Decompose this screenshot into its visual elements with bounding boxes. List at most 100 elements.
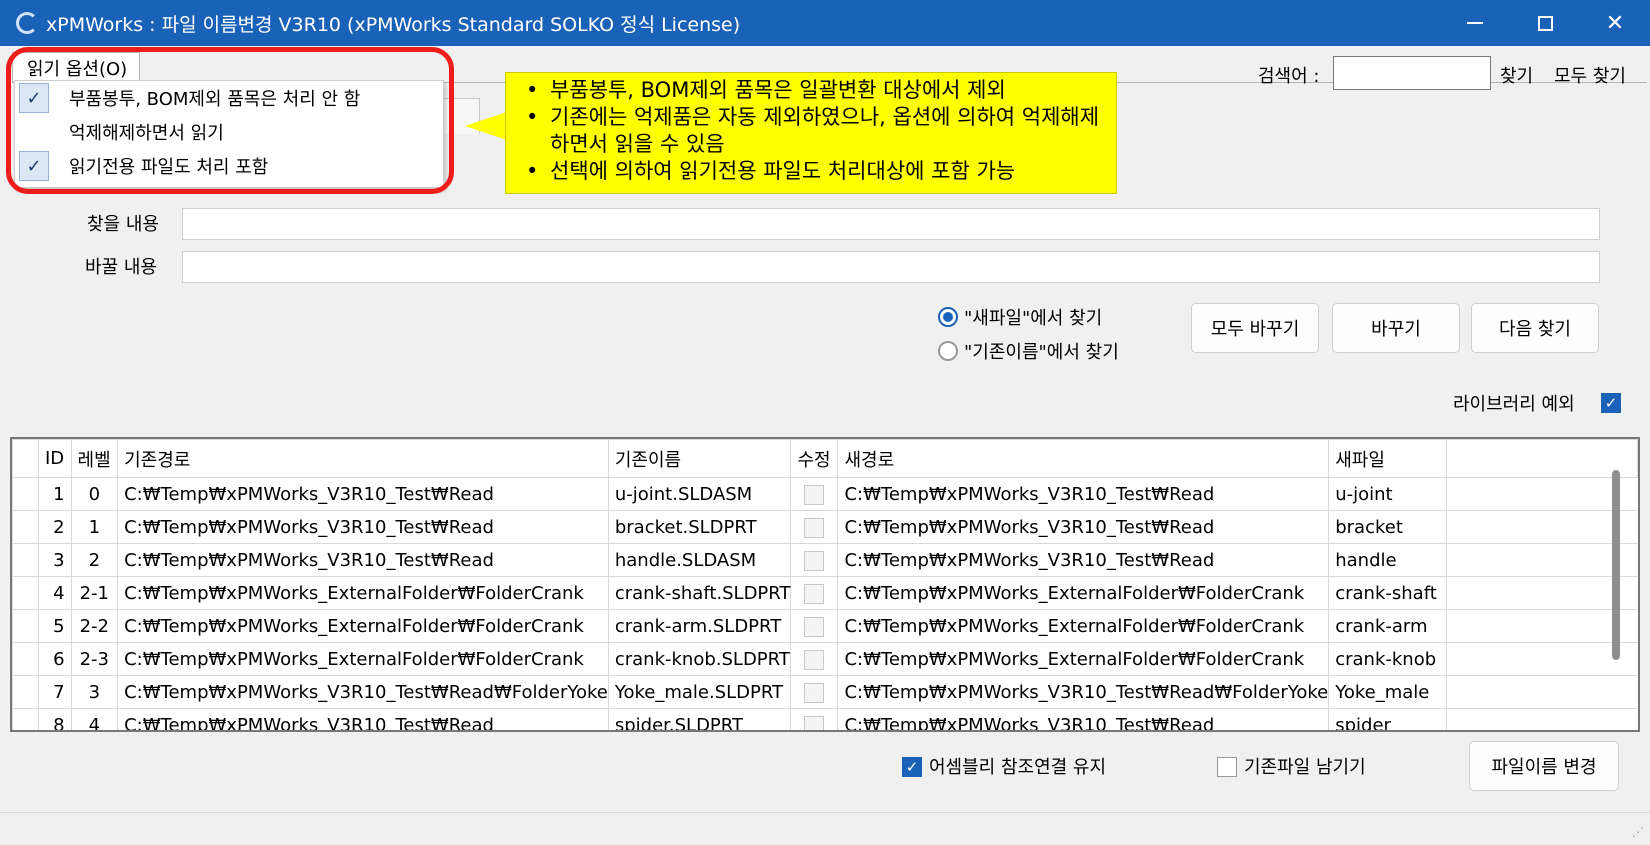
- cell-filler[interactable]: [1446, 642, 1638, 676]
- table-row[interactable]: 3 2 C:₩Temp₩xPMWorks_V3R10_Test₩Read handle…: [12, 543, 1638, 577]
- col-old-path-header[interactable]: 기존경로: [117, 439, 609, 478]
- cell-filler[interactable]: [1446, 576, 1638, 610]
- radio-search-old-name-label[interactable]: "기존이름"에서 찾기: [964, 338, 1119, 364]
- cell-old-name[interactable]: crank-arm.SLDPRT: [607, 609, 792, 643]
- menu-item-skip-envelope-bom[interactable]: ✓ 부품봉투, BOM제외 품목은 처리 안 함: [15, 81, 445, 115]
- cell-level[interactable]: 0: [70, 477, 119, 511]
- maximize-button[interactable]: [1510, 0, 1580, 46]
- search-input[interactable]: [1333, 56, 1491, 90]
- minimize-button[interactable]: [1440, 0, 1510, 46]
- cell-filler[interactable]: [1446, 543, 1638, 577]
- cell-old-name[interactable]: handle.SLDASM: [607, 543, 792, 577]
- cell-id[interactable]: 3: [37, 543, 72, 577]
- find-button[interactable]: 찾기: [1500, 62, 1533, 88]
- col-new-file-header[interactable]: 새파일: [1328, 439, 1448, 478]
- cell-id[interactable]: 8: [37, 708, 72, 730]
- rename-files-button[interactable]: 파일이름 변경: [1469, 741, 1619, 791]
- radio-search-old-name[interactable]: [938, 341, 958, 361]
- modified-checkbox[interactable]: [804, 583, 825, 604]
- cell-new-file[interactable]: crank-arm: [1328, 609, 1448, 643]
- modified-checkbox[interactable]: [804, 484, 825, 505]
- table-row[interactable]: 7 3 C:₩Temp₩xPMWorks_V3R10_Test₩Read₩Folde…: [12, 675, 1638, 709]
- cell-old-name[interactable]: bracket.SLDPRT: [607, 510, 792, 544]
- cell-old-path[interactable]: C:₩Temp₩xPMWorks_ExternalFolder₩FolderCr…: [117, 642, 609, 676]
- radio-search-new-file-label[interactable]: "새파일"에서 찾기: [964, 304, 1102, 330]
- col-modified-header[interactable]: 수정: [790, 439, 839, 478]
- cell-filler[interactable]: [1446, 708, 1638, 730]
- row-selector-cell[interactable]: [12, 576, 39, 610]
- cell-old-path[interactable]: C:₩Temp₩xPMWorks_V3R10_Test₩Read: [117, 543, 609, 577]
- cell-new-file[interactable]: u-joint: [1328, 477, 1448, 511]
- keep-assembly-refs-checkbox[interactable]: ✓: [902, 757, 922, 777]
- cell-old-path[interactable]: C:₩Temp₩xPMWorks_V3R10_Test₩Read: [117, 708, 609, 730]
- col-new-path-header[interactable]: 새경로: [837, 439, 1330, 478]
- radio-search-new-file[interactable]: [938, 307, 958, 327]
- cell-new-path[interactable]: C:₩Temp₩xPMWorks_ExternalFolder₩FolderCr…: [837, 576, 1330, 610]
- row-selector-cell[interactable]: [12, 609, 39, 643]
- modified-checkbox[interactable]: [804, 682, 825, 703]
- cell-new-file[interactable]: crank-knob: [1328, 642, 1448, 676]
- file-list-table[interactable]: ID 레벨 기존경로 기존이름 수정 새경로 새파일 1 0 C:₩Temp₩xPM…: [10, 437, 1640, 732]
- menu-item-include-readonly[interactable]: ✓ 읽기전용 파일도 처리 포함: [15, 149, 445, 183]
- row-selector-cell[interactable]: [12, 510, 39, 544]
- find-all-button[interactable]: 모두 찾기: [1554, 62, 1626, 88]
- cell-modified[interactable]: [790, 576, 839, 610]
- cell-id[interactable]: 7: [37, 675, 72, 709]
- cell-modified[interactable]: [790, 510, 839, 544]
- cell-level[interactable]: 3: [70, 675, 119, 709]
- replace-content-input[interactable]: [182, 251, 1600, 283]
- resize-grip-icon[interactable]: ⋰: [1632, 825, 1644, 839]
- cell-old-path[interactable]: C:₩Temp₩xPMWorks_V3R10_Test₩Read: [117, 510, 609, 544]
- cell-level[interactable]: 2-3: [70, 642, 119, 676]
- cell-modified[interactable]: [790, 477, 839, 511]
- cell-new-file[interactable]: spider: [1328, 708, 1448, 730]
- keep-old-files-checkbox[interactable]: [1217, 757, 1237, 777]
- table-row[interactable]: 8 4 C:₩Temp₩xPMWorks_V3R10_Test₩Read spider…: [12, 708, 1638, 730]
- row-selector-cell[interactable]: [12, 543, 39, 577]
- cell-old-name[interactable]: crank-knob.SLDPRT: [607, 642, 792, 676]
- cell-old-name[interactable]: Yoke_male.SLDPRT: [607, 675, 792, 709]
- find-content-input[interactable]: [182, 208, 1600, 240]
- modified-checkbox[interactable]: [804, 550, 825, 571]
- cell-new-path[interactable]: C:₩Temp₩xPMWorks_V3R10_Test₩Read₩FolderY…: [837, 675, 1330, 709]
- keep-assembly-refs-label[interactable]: 어셈블리 참조연결 유지: [929, 753, 1106, 779]
- cell-modified[interactable]: [790, 543, 839, 577]
- cell-modified[interactable]: [790, 642, 839, 676]
- cell-old-path[interactable]: C:₩Temp₩xPMWorks_ExternalFolder₩FolderCr…: [117, 576, 609, 610]
- cell-new-path[interactable]: C:₩Temp₩xPMWorks_V3R10_Test₩Read: [837, 477, 1330, 511]
- table-row[interactable]: 6 2-3 C:₩Temp₩xPMWorks_ExternalFolder₩Fold…: [12, 642, 1638, 676]
- cell-id[interactable]: 4: [37, 576, 72, 610]
- modified-checkbox[interactable]: [804, 649, 825, 670]
- cell-new-path[interactable]: C:₩Temp₩xPMWorks_V3R10_Test₩Read: [837, 510, 1330, 544]
- cell-level[interactable]: 2: [70, 543, 119, 577]
- table-row[interactable]: 5 2-2 C:₩Temp₩xPMWorks_ExternalFolder₩Fold…: [12, 609, 1638, 643]
- row-selector-cell[interactable]: [12, 642, 39, 676]
- row-selector-cell[interactable]: [12, 675, 39, 709]
- row-selector-cell[interactable]: [12, 708, 39, 730]
- cell-level[interactable]: 4: [70, 708, 119, 730]
- cell-id[interactable]: 6: [37, 642, 72, 676]
- cell-level[interactable]: 2-2: [70, 609, 119, 643]
- find-next-button[interactable]: 다음 찾기: [1471, 303, 1599, 353]
- table-row[interactable]: 1 0 C:₩Temp₩xPMWorks_V3R10_Test₩Read u-join…: [12, 477, 1638, 511]
- cell-level[interactable]: 2-1: [70, 576, 119, 610]
- cell-level[interactable]: 1: [70, 510, 119, 544]
- cell-filler[interactable]: [1446, 675, 1638, 709]
- cell-new-file[interactable]: crank-shaft: [1328, 576, 1448, 610]
- modified-checkbox[interactable]: [804, 616, 825, 637]
- table-scrollbar[interactable]: [1612, 470, 1620, 660]
- cell-id[interactable]: 5: [37, 609, 72, 643]
- cell-new-file[interactable]: handle: [1328, 543, 1448, 577]
- cell-modified[interactable]: [790, 675, 839, 709]
- cell-new-path[interactable]: C:₩Temp₩xPMWorks_ExternalFolder₩FolderCr…: [837, 642, 1330, 676]
- col-level-header[interactable]: 레벨: [70, 439, 119, 478]
- keep-old-files-label[interactable]: 기존파일 남기기: [1244, 753, 1366, 779]
- exclude-library-checkbox[interactable]: ✓: [1601, 393, 1621, 413]
- cell-old-name[interactable]: spider.SLDPRT: [607, 708, 792, 730]
- cell-filler[interactable]: [1446, 609, 1638, 643]
- modified-checkbox[interactable]: [804, 517, 825, 538]
- cell-new-path[interactable]: C:₩Temp₩xPMWorks_ExternalFolder₩FolderCr…: [837, 609, 1330, 643]
- cell-id[interactable]: 1: [37, 477, 72, 511]
- cell-new-path[interactable]: C:₩Temp₩xPMWorks_V3R10_Test₩Read: [837, 543, 1330, 577]
- cell-filler[interactable]: [1446, 477, 1638, 511]
